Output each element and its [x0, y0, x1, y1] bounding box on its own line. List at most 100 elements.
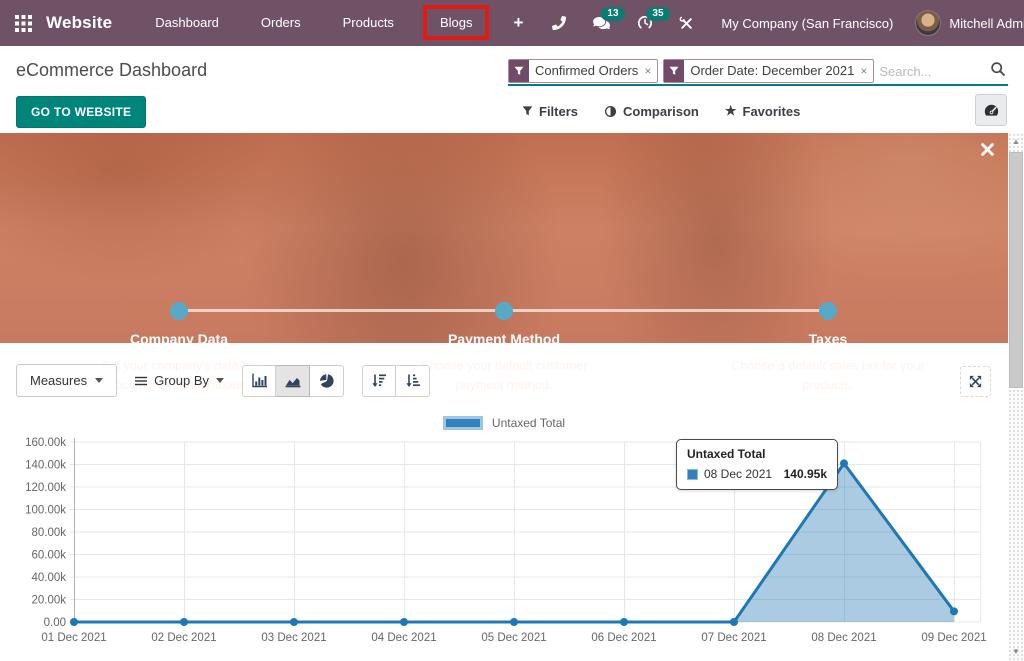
control-panel: eCommerce Dashboard GO TO WEBSITE Confir… [0, 46, 1008, 133]
expand-arrows-icon [968, 374, 983, 389]
svg-text:05 Dec 2021: 05 Dec 2021 [481, 632, 546, 644]
step-description: Choose a default sales tax for your prod… [716, 357, 941, 396]
step-dot-company-data[interactable] [170, 302, 188, 320]
svg-text:06 Dec 2021: 06 Dec 2021 [591, 632, 656, 644]
star-icon: ★ [725, 103, 737, 119]
go-to-website-button[interactable]: GO TO WEBSITE [16, 96, 146, 128]
tooltip-title: Untaxed Total [687, 447, 827, 461]
top-navbar: Website Dashboard Orders Products Blogs … [0, 0, 1024, 46]
graph-toolbar: Measures Group By [16, 364, 430, 397]
favorites-menu[interactable]: ★ Favorites [725, 103, 800, 119]
svg-text:60.00k: 60.00k [31, 550, 66, 562]
adjust-icon [604, 105, 617, 118]
messages-badge: 13 [601, 7, 624, 21]
svg-text:02 Dec 2021: 02 Dec 2021 [151, 632, 216, 644]
group-by-label: Group By [154, 373, 209, 388]
dashboard-view-button[interactable] [975, 94, 1007, 126]
filter-facet-icon [664, 60, 684, 82]
x-axis-tick-labels: 01 Dec 202102 Dec 202103 Dec 202104 Dec … [41, 632, 986, 644]
bar-chart-button[interactable] [242, 365, 276, 397]
area-chart-icon [284, 373, 301, 388]
step-dot-taxes[interactable] [819, 302, 837, 320]
activities-icon[interactable]: 35 [624, 0, 666, 46]
pie-chart-button[interactable] [310, 365, 344, 397]
tooltip-series-swatch [687, 469, 698, 480]
filter-facet-icon [509, 60, 529, 82]
svg-text:40.00k: 40.00k [31, 572, 66, 584]
nav-item-orders[interactable]: Orders [240, 0, 322, 46]
apps-menu-icon[interactable] [0, 15, 46, 32]
user-name: Mitchell Admin [949, 16, 1024, 31]
svg-text:07 Dec 2021: 07 Dec 2021 [701, 632, 766, 644]
step-title: Company Data [54, 331, 304, 347]
sort-descending-button[interactable] [362, 365, 396, 397]
tachometer-icon [983, 103, 1000, 118]
tools-icon[interactable] [666, 0, 707, 46]
svg-text:01 Dec 2021: 01 Dec 2021 [41, 632, 106, 644]
odoo-website-dashboard: Website Dashboard Orders Products Blogs … [0, 0, 1024, 661]
sort-ascending-button[interactable] [396, 365, 430, 397]
svg-text:20.00k: 20.00k [31, 595, 66, 607]
nav-item-products[interactable]: Products [322, 0, 415, 46]
user-menu[interactable]: Mitchell Admin [911, 10, 1024, 36]
phone-icon[interactable] [539, 0, 579, 46]
fullscreen-button[interactable] [960, 366, 991, 397]
nav-item-blogs[interactable]: Blogs [423, 5, 490, 40]
facet-label: Confirmed Orders [529, 60, 644, 82]
svg-text:120.00k: 120.00k [25, 482, 66, 494]
search-input[interactable] [879, 60, 988, 82]
filters-menu[interactable]: Filters [522, 104, 578, 119]
svg-text:80.00k: 80.00k [31, 527, 66, 539]
phone-glyph [552, 16, 566, 30]
facet-remove-icon[interactable]: × [644, 60, 657, 82]
scroll-up-icon[interactable]: ▲ [1008, 135, 1024, 149]
area-chart[interactable]: 160.00k140.00k120.00k100.00k80.00k60.00k… [0, 402, 1008, 661]
banner-close-icon[interactable] [981, 143, 994, 161]
vertical-scrollbar[interactable]: ▲ ▼ [1008, 133, 1024, 661]
sort-asc-icon [405, 373, 421, 388]
navbar-right: 13 35 My Company (San Francisco) [539, 0, 1024, 46]
line-chart-button[interactable] [276, 365, 310, 397]
filter-icon [522, 105, 533, 117]
chevron-down-icon [95, 378, 103, 383]
svg-text:03 Dec 2021: 03 Dec 2021 [261, 632, 326, 644]
facet-label: Order Date: December 2021 [684, 60, 860, 82]
y-axis-tick-labels: 160.00k140.00k120.00k100.00k80.00k60.00k… [25, 437, 66, 629]
nav-new-content-button[interactable]: + [497, 13, 539, 33]
scrollbar-thumb[interactable] [1009, 152, 1023, 388]
nav-item-blogs-container: Blogs [423, 0, 490, 46]
svg-text:09 Dec 2021: 09 Dec 2021 [921, 632, 986, 644]
sort-group [362, 365, 430, 397]
tooltip-row: 08 Dec 2021 140.95k [687, 467, 827, 481]
measures-label: Measures [30, 373, 87, 388]
company-switcher[interactable]: My Company (San Francisco) [707, 16, 911, 31]
chart-tooltip: Untaxed Total 08 Dec 2021 140.95k [676, 439, 838, 490]
filters-label: Filters [539, 104, 578, 119]
messages-icon[interactable]: 13 [579, 0, 624, 46]
group-by-button[interactable]: Group By [135, 373, 224, 388]
wrench-glyph [679, 16, 694, 31]
facet-order-date[interactable]: Order Date: December 2021 × [663, 59, 874, 83]
svg-text:100.00k: 100.00k [25, 505, 66, 517]
measures-button[interactable]: Measures [16, 364, 117, 397]
svg-text:08 Dec 2021: 08 Dec 2021 [811, 632, 876, 644]
tooltip-date: 08 Dec 2021 [704, 467, 772, 481]
app-brand[interactable]: Website [46, 13, 112, 33]
comparison-menu[interactable]: Comparison [604, 104, 699, 119]
sort-desc-icon [371, 373, 387, 388]
bar-chart-icon [251, 373, 268, 388]
onboarding-banner: Company Data Set your company's data for… [0, 133, 1008, 343]
step-title: Taxes [703, 331, 953, 347]
tooltip-value: 140.95k [784, 467, 827, 481]
facet-confirmed-orders[interactable]: Confirmed Orders × [508, 59, 658, 83]
grid-icon [15, 15, 32, 32]
nav-item-dashboard[interactable]: Dashboard [134, 0, 240, 46]
scroll-down-icon[interactable]: ▼ [1008, 645, 1024, 659]
step-title: Payment Method [379, 331, 629, 347]
facet-remove-icon[interactable]: × [860, 60, 873, 82]
svg-text:140.00k: 140.00k [25, 460, 66, 472]
step-dot-payment-method[interactable] [495, 302, 513, 320]
pie-chart-icon [319, 373, 335, 389]
comparison-label: Comparison [623, 104, 699, 119]
search-icon[interactable] [988, 61, 1008, 82]
